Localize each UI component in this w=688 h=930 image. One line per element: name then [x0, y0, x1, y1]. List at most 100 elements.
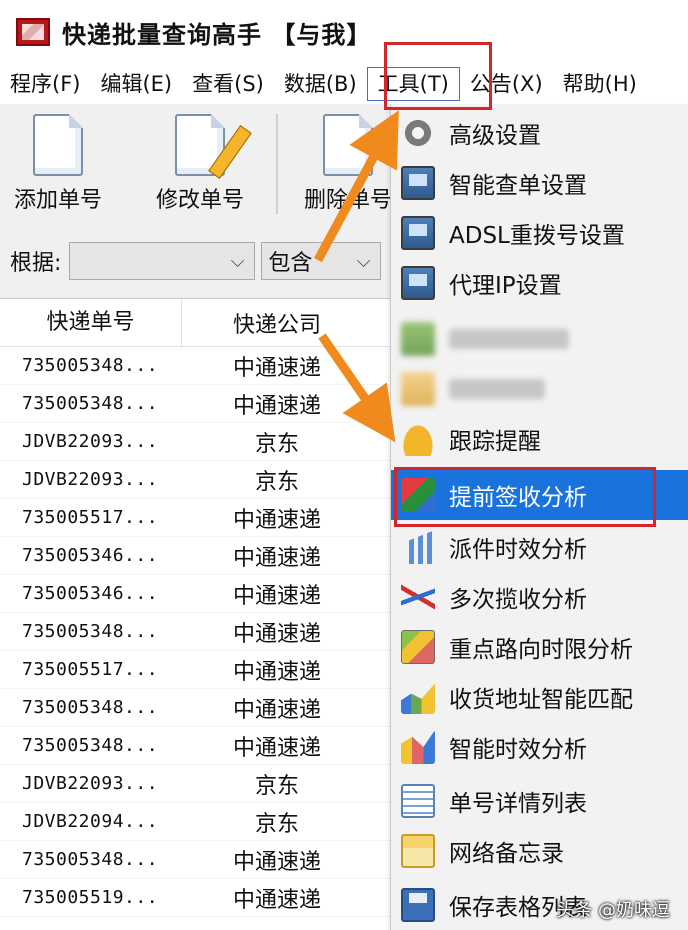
blurred-icon [401, 372, 435, 406]
list-icon [401, 784, 435, 818]
chevron-down-icon: ⌵ [230, 251, 245, 272]
cell-courier: 京东 [254, 431, 299, 457]
tools-menu-item[interactable]: 重点路向时限分析 [391, 622, 688, 672]
chevron-down-icon: ⌵ [356, 251, 371, 272]
tools-menu-item-label: ADSL重拨号设置 [449, 223, 625, 249]
cell-tracking-number: 735005348... [22, 621, 159, 642]
cell-tracking-number: 735005519... [22, 887, 159, 908]
tools-menu-item[interactable]: 单号详情列表 [391, 776, 688, 826]
tools-menu-item-label: 多次揽收分析 [449, 587, 587, 613]
monitor-icon [401, 266, 435, 300]
tools-menu-item[interactable] [391, 314, 688, 364]
tools-menu-item[interactable]: 网络备忘录 [391, 826, 688, 876]
cell-tracking-number: JDVB22094... [22, 811, 159, 832]
cell-courier: 京东 [254, 811, 299, 837]
cell-tracking-number: 735005517... [22, 659, 159, 680]
tools-menu-item[interactable]: 派件时效分析 [391, 522, 688, 572]
table-row[interactable]: 735005348... 中通速递 [0, 347, 390, 385]
filter-label: 根据: [10, 251, 62, 276]
monitor-icon [401, 216, 435, 250]
column-header-courier[interactable]: 快递公司 [182, 307, 372, 339]
document-icon [33, 114, 83, 176]
edit-number-button[interactable]: 修改单号 [156, 114, 252, 214]
delete-number-button[interactable]: 删除单号 [304, 114, 392, 214]
table-row[interactable]: 735005517... 中通速递 [0, 499, 390, 537]
table-row[interactable]: JDVB22093... 京东 [0, 765, 390, 803]
table-row[interactable]: 735005348... 中通速递 [0, 841, 390, 879]
table-row[interactable]: 735005517... 中通速递 [0, 651, 390, 689]
table-row[interactable]: 735005348... 中通速递 [0, 727, 390, 765]
table-row[interactable]: JDVB22093... 京东 [0, 461, 390, 499]
map-icon [401, 630, 435, 664]
filter-field-select[interactable]: ⌵ [69, 242, 256, 280]
annotation-box-early-sign-analysis [394, 467, 656, 527]
cell-courier: 中通速递 [232, 583, 321, 609]
tools-menu-item[interactable]: 代理IP设置 [391, 258, 688, 308]
line-chart-icon [401, 580, 435, 614]
tools-menu-item[interactable]: 多次揽收分析 [391, 572, 688, 622]
tools-menu-item[interactable]: 跟踪提醒 [391, 414, 688, 464]
tools-menu-item[interactable]: 高级设置 [391, 108, 688, 158]
monitor-icon [401, 166, 435, 200]
edit-number-label: 修改单号 [156, 188, 245, 213]
annotation-box-tools-menu [384, 42, 492, 110]
cell-courier: 中通速递 [232, 887, 321, 913]
delete-document-icon [323, 114, 373, 176]
cell-tracking-number: JDVB22093... [22, 773, 159, 794]
filter-row: 根据: ⌵ 包含 ⌵ [0, 234, 390, 288]
tools-menu-item[interactable]: ADSL重拨号设置 [391, 208, 688, 258]
menu-bar: 程序(F) 编辑(E) 查看(S) 数据(B) 工具(T) 公告(X) 帮助(H… [0, 64, 688, 104]
menu-help[interactable]: 帮助(H) [553, 64, 647, 104]
bell-icon [401, 422, 435, 456]
cell-tracking-number: 735005348... [22, 355, 159, 376]
note-icon [401, 834, 435, 868]
blurred-icon [401, 322, 435, 356]
column-header-tracking-number[interactable]: 快递单号 [0, 298, 182, 347]
toolbar-divider [276, 114, 278, 214]
tools-menu-item[interactable] [391, 364, 688, 414]
menu-program[interactable]: 程序(F) [0, 64, 90, 104]
redacted-label [449, 329, 569, 349]
cell-tracking-number: 735005517... [22, 507, 159, 528]
filter-condition-select[interactable]: 包含 ⌵ [261, 242, 382, 280]
table-row[interactable]: 735005346... 中通速递 [0, 575, 390, 613]
cell-courier: 中通速递 [232, 659, 321, 685]
table-row[interactable]: 735005348... 中通速递 [0, 385, 390, 423]
tools-menu-item[interactable]: 智能查单设置 [391, 158, 688, 208]
cell-courier: 中通速递 [232, 621, 321, 647]
cell-tracking-number: 735005348... [22, 393, 159, 414]
filter-condition-value: 包含 [268, 251, 313, 276]
cell-courier: 中通速递 [232, 849, 321, 875]
tools-menu-item[interactable]: 智能时效分析 [391, 722, 688, 772]
tools-menu-item-label: 重点路向时限分析 [449, 637, 633, 663]
tools-menu-item-label: 单号详情列表 [449, 791, 587, 817]
cell-courier: 中通速递 [232, 735, 321, 761]
cell-courier: 京东 [254, 469, 299, 495]
tools-menu-item-label: 智能时效分析 [449, 737, 587, 763]
cell-courier: 中通速递 [232, 545, 321, 571]
table-row[interactable]: 735005346... 中通速递 [0, 537, 390, 575]
table-row[interactable]: JDVB22094... 京东 [0, 803, 390, 841]
table-body: 735005348... 中通速递 735005348... 中通速递 JDVB2209… [0, 347, 390, 917]
cell-tracking-number: 735005348... [22, 697, 159, 718]
cell-courier: 京东 [254, 773, 299, 799]
multi-chart-icon [401, 730, 435, 764]
table-row[interactable]: 735005519... 中通速递 [0, 879, 390, 917]
tools-menu-item[interactable]: 收货地址智能匹配 [391, 672, 688, 722]
watermark: 头条 @奶味逗 [556, 900, 670, 921]
menu-view[interactable]: 查看(S) [182, 64, 274, 104]
cell-courier: 中通速递 [232, 393, 321, 419]
menu-data[interactable]: 数据(B) [274, 64, 367, 104]
table-row[interactable]: 735005348... 中通速递 [0, 689, 390, 727]
table-row[interactable]: 735005348... 中通速递 [0, 613, 390, 651]
tools-menu-item-label: 网络备忘录 [449, 841, 564, 867]
bar-chart-icon [401, 530, 435, 564]
add-number-label: 添加单号 [14, 188, 103, 213]
cell-courier: 中通速递 [232, 697, 321, 723]
add-number-button[interactable]: 添加单号 [14, 114, 102, 214]
menu-edit[interactable]: 编辑(E) [90, 64, 182, 104]
cell-courier: 中通速递 [232, 355, 321, 381]
cell-tracking-number: JDVB22093... [22, 469, 159, 490]
app-window: 快递批量查询高手 【与我】 程序(F) 编辑(E) 查看(S) 数据(B) 工具… [0, 0, 688, 930]
table-row[interactable]: JDVB22093... 京东 [0, 423, 390, 461]
